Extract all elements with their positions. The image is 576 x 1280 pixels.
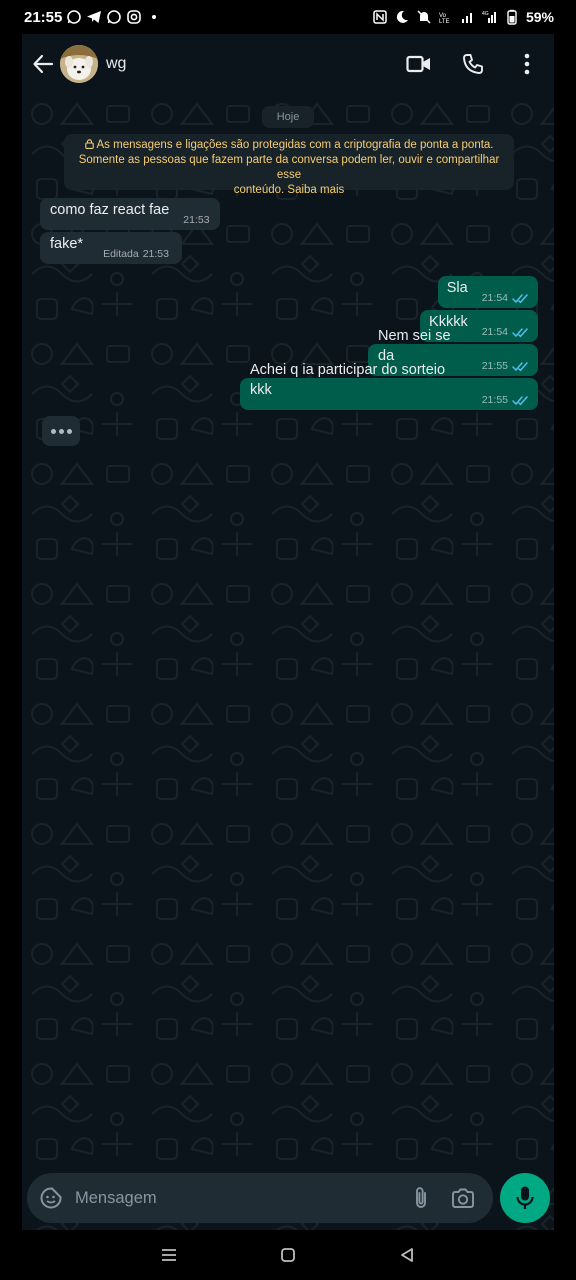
video-call-button[interactable] [404, 49, 434, 79]
message-meta: 21:55 [482, 394, 530, 410]
encryption-notice[interactable]: As mensagens e ligações são protegidas c… [64, 134, 514, 196]
lock-icon [84, 139, 94, 149]
svg-text:LTE: LTE [439, 19, 450, 25]
double-check-read-icon [512, 395, 528, 405]
message-input[interactable]: Mensagem [27, 1173, 493, 1223]
back-triangle-icon [400, 1248, 413, 1262]
composer-actions [413, 1186, 475, 1210]
back-button[interactable] [28, 49, 58, 79]
home-square-icon [281, 1248, 295, 1262]
mute-icon [417, 10, 431, 24]
message-time: 21:53 [142, 248, 169, 260]
back-nav-button[interactable] [392, 1240, 422, 1270]
encryption-notice-line-2: Somente as pessoas que fazem parte da co… [78, 154, 500, 181]
chat-screen: wg Hoje As mensagens e ligações são prot… [22, 34, 554, 1230]
battery-icon [507, 9, 517, 25]
home-button[interactable] [273, 1240, 303, 1270]
double-check-read-icon [512, 293, 528, 303]
message-meta: 21:54 [482, 326, 530, 342]
typing-dot [50, 428, 56, 434]
message-composer: Mensagem [22, 1168, 554, 1230]
avatar[interactable] [60, 45, 98, 83]
more-vertical-icon [524, 53, 530, 75]
video-call-icon [406, 55, 430, 73]
message-text: Achei q ia participar do sorteio kkk [250, 362, 446, 398]
edited-label: Editada [103, 248, 139, 260]
signal-icon [461, 13, 472, 23]
status-right: Vo LTE 4G 59% [372, 9, 554, 25]
4g-signal-icon: 4G [482, 11, 496, 23]
message-text: Sla [446, 280, 468, 296]
message-text: como faz react fae [50, 202, 170, 218]
message-time: 21:54 [481, 326, 508, 338]
chat-header: wg [22, 34, 554, 94]
message-meta: 21:55 [482, 360, 530, 376]
notification-icons [66, 9, 157, 25]
message-bubble-outgoing[interactable]: Sla 21:54 [438, 276, 538, 308]
voice-call-icon [463, 54, 483, 74]
svg-text:4G: 4G [482, 11, 489, 17]
paperclip-icon[interactable] [413, 1186, 429, 1210]
more-options-button[interactable] [512, 49, 542, 79]
message-time: 21:53 [183, 214, 210, 226]
whatsapp-icon [107, 10, 122, 24]
moon-icon [396, 10, 408, 23]
menu-lines-icon [162, 1249, 177, 1261]
instagram-icon [127, 10, 142, 24]
message-bubble-outgoing[interactable]: Achei q ia participar do sorteio kkk 21:… [240, 362, 538, 410]
message-time: 21:55 [481, 360, 508, 372]
typing-dot [66, 428, 72, 434]
typing-indicator [42, 416, 80, 446]
sticker-icon[interactable] [39, 1186, 63, 1210]
voice-call-button[interactable] [458, 49, 488, 79]
message-text: fake* [50, 236, 84, 252]
dog-avatar-image [60, 45, 98, 83]
arrow-left-icon [33, 54, 54, 74]
message-meta: 21:54 [482, 292, 530, 308]
conversation: Hoje As mensagens e ligações são protegi… [22, 94, 554, 1168]
message-bubble-incoming[interactable]: como faz react fae 21:53 [40, 198, 220, 230]
message-placeholder: Mensagem [75, 1188, 157, 1207]
recent-apps-button[interactable] [154, 1240, 184, 1270]
contact-name[interactable]: wg [106, 55, 126, 73]
message-time: 21:55 [481, 394, 508, 406]
telegram-icon [87, 11, 102, 23]
double-check-read-icon [512, 327, 528, 337]
message-bubble-incoming[interactable]: fake* Editada 21:53 [40, 232, 182, 264]
microphone-icon [516, 1186, 534, 1209]
camera-icon[interactable] [451, 1187, 475, 1209]
typing-dot [58, 428, 64, 434]
date-chip: Hoje [262, 106, 314, 128]
volte-icon: VoLTE [439, 13, 450, 25]
message-meta: Editada 21:53 [103, 248, 169, 264]
header-actions [404, 49, 542, 79]
whatsapp-icon [67, 10, 82, 24]
double-check-read-icon [512, 361, 528, 371]
encryption-notice-line-1: As mensagens e ligações são protegidas c… [74, 138, 504, 153]
message-time: 21:54 [481, 292, 508, 304]
system-nav-bar [0, 1230, 576, 1280]
status-time: 21:55 [24, 8, 63, 26]
battery-percent: 59% [525, 9, 554, 25]
nfc-icon [373, 10, 387, 24]
encryption-notice-line-3: conteúdo. Saiba mais [233, 184, 345, 196]
status-bar: 21:55 Vo LTE 4G 59% [0, 0, 576, 34]
voice-message-button[interactable] [500, 1173, 550, 1223]
more-notifications-dot [152, 15, 157, 19]
message-meta: 21:53 [183, 214, 209, 230]
